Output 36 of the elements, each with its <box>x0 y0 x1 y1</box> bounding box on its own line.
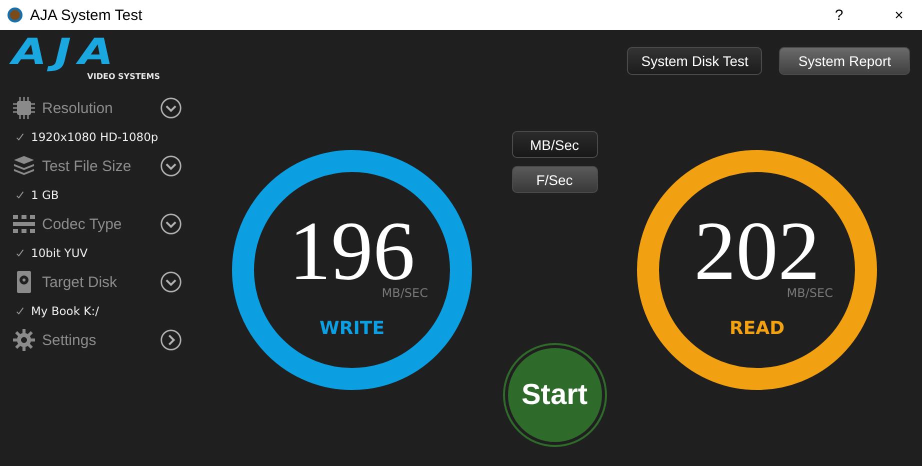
selected-option: 1 GB <box>31 188 59 202</box>
chevron-down-icon[interactable] <box>160 271 182 293</box>
checkmark-icon <box>16 307 24 315</box>
sidebar-item-label: Test File Size <box>42 158 132 174</box>
unit-toggle[interactable]: F/Sec <box>512 166 598 193</box>
selected-option: 1920x1080 HD-1080p <box>31 130 158 144</box>
gauge-label: WRITE <box>320 318 384 339</box>
chevron-down-icon[interactable] <box>160 97 182 119</box>
chevron-right-icon[interactable] <box>160 329 182 351</box>
checkmark-icon <box>16 191 24 199</box>
sidebar-item-label: Target Disk <box>42 274 118 290</box>
close-button[interactable]: × <box>876 0 922 30</box>
logo-tagline: VIDEO SYSTEMS <box>87 72 160 81</box>
toolbar-button[interactable]: System Disk Test <box>627 47 762 75</box>
start-button[interactable]: Start <box>504 345 604 445</box>
chevron-down-icon[interactable] <box>160 155 182 177</box>
selected-option: My Book K:/ <box>31 304 99 318</box>
chip-icon <box>12 96 36 120</box>
layers-icon <box>12 154 36 178</box>
film-strip-icon <box>12 212 36 236</box>
sidebar-item-label: Codec Type <box>42 216 123 232</box>
window-title: AJA System Test <box>30 6 142 24</box>
checkmark-icon <box>16 133 24 141</box>
help-button[interactable]: ? <box>816 0 862 30</box>
unit-toggle[interactable]: MB/Sec <box>512 131 598 158</box>
gauge-label: READ <box>729 318 785 339</box>
unit-label: MB/SEC <box>382 286 428 300</box>
toolbar-button[interactable]: System Report <box>779 47 910 75</box>
app-icon <box>7 7 23 23</box>
sidebar-item-label: Settings <box>42 332 98 348</box>
sidebar-item-label: Resolution <box>42 100 114 116</box>
settings-icon <box>12 328 36 352</box>
chevron-down-icon[interactable] <box>160 213 182 235</box>
unit-label: MB/SEC <box>786 286 833 300</box>
checkmark-icon <box>16 249 24 257</box>
selected-option: 10bit YUV <box>31 246 88 260</box>
